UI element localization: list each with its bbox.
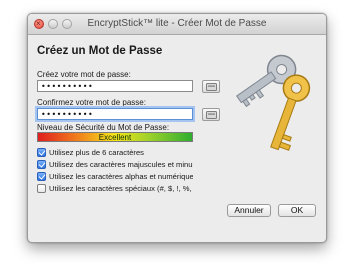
confirm-label: Confirmez votre mot de passe:	[37, 98, 146, 107]
password-label: Créez votre mot de passe:	[37, 70, 131, 79]
check-special[interactable]	[37, 184, 46, 193]
password-key-button[interactable]	[202, 80, 220, 93]
dialog-window: × EncryptStick™ lite - Créer Mot de Pass…	[27, 13, 327, 243]
ok-button[interactable]: OK	[278, 204, 316, 217]
security-level-text: Excellent	[98, 133, 132, 142]
confirm-key-button[interactable]	[202, 108, 220, 121]
cancel-button[interactable]: Annuler	[227, 204, 271, 217]
keys-illustration	[236, 54, 311, 151]
confirm-password-field[interactable]: ••••••••••	[37, 108, 193, 120]
security-label: Niveau de Sécurité du Mot de Passe:	[37, 123, 170, 132]
check-length[interactable]	[37, 148, 46, 157]
key-icon	[206, 83, 217, 91]
window-title: EncryptStick™ lite - Créer Mot de Passe	[87, 18, 267, 29]
check-alphanumeric-label: Utilisez les caractères alphas et numéri…	[49, 172, 193, 181]
key-icon	[206, 111, 217, 119]
security-meter: Excellent	[37, 132, 193, 142]
check-length-label: Utilisez plus de 6 caractères	[49, 148, 144, 157]
check-case[interactable]	[37, 160, 46, 169]
password-field[interactable]: ••••••••••	[37, 80, 193, 92]
check-case-label: Utilisez des caractères majuscules et mi…	[49, 160, 193, 169]
dialog-heading: Créez un Mot de Passe	[37, 45, 163, 57]
title-bar: × EncryptStick™ lite - Créer Mot de Pass…	[28, 14, 326, 35]
check-alphanumeric[interactable]	[37, 172, 46, 181]
check-special-label: Utilisez les caractères spéciaux (#, $, …	[49, 184, 193, 193]
